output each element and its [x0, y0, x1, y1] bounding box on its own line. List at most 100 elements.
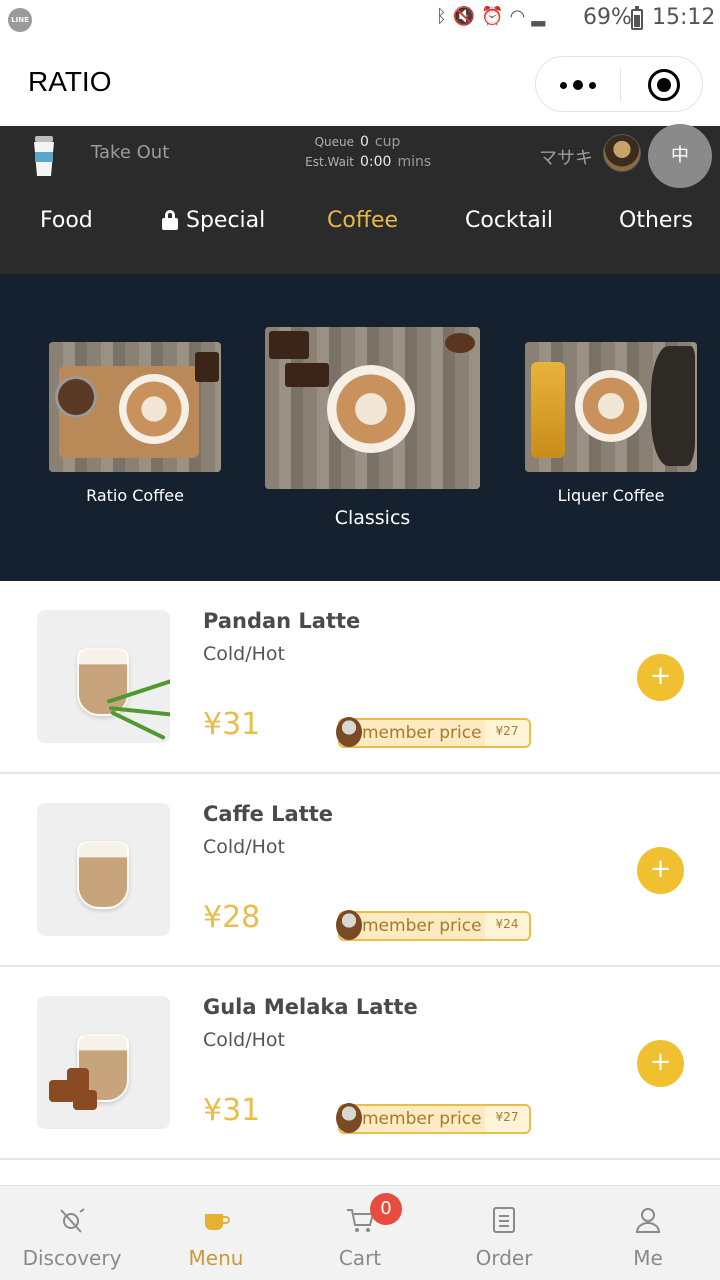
item-thumbnail: [37, 803, 170, 936]
category-label: Classics: [334, 507, 411, 529]
user-icon: [635, 1208, 661, 1233]
tab-others[interactable]: Others: [619, 208, 693, 233]
category-image: [525, 342, 697, 472]
menu-list: Pandan Latte Cold/Hot ¥31 member price ¥…: [0, 581, 720, 1160]
page-title: RATIO: [28, 66, 112, 97]
cart-count-badge: 0: [370, 1193, 402, 1225]
bottom-tab-bar: Discovery Menu Cart Order Me: [0, 1185, 720, 1280]
status-icons: ᛒ 🔇 ⏰ ◠ ▂: [436, 6, 545, 27]
member-price-badge: member price ¥24: [336, 910, 531, 941]
queue-label: Queue: [314, 135, 354, 149]
category-label: Liquer Coffee: [557, 486, 665, 505]
bottom-tab-discovery[interactable]: Discovery: [0, 1186, 144, 1280]
member-coin-icon: [336, 910, 362, 940]
member-price-label: member price: [362, 723, 482, 743]
member-price-label: member price: [362, 1109, 482, 1129]
category-tabs: Food Special Coffee Cocktail Others: [0, 200, 720, 246]
list-item[interactable]: Pandan Latte Cold/Hot ¥31 member price ¥…: [0, 581, 720, 774]
coffee-cup-icon: [205, 1214, 230, 1230]
member-price-label: member price: [362, 916, 482, 936]
status-bar: LINE ᛒ 🔇 ⏰ ◠ ▂ 69% 15:12: [0, 0, 720, 40]
member-price-value: ¥27: [485, 720, 529, 746]
tab-label: Coffee: [327, 208, 399, 233]
list-item[interactable]: Caffe Latte Cold/Hot ¥28 member price ¥2…: [0, 774, 720, 967]
subcategory-carousel: Ratio Coffee Classics Liquer Coffee: [0, 274, 720, 581]
wait-unit: mins: [397, 154, 432, 170]
item-name: Caffe Latte: [203, 802, 334, 826]
member-coin-icon: [336, 1103, 362, 1133]
item-option: Cold/Hot: [203, 836, 285, 858]
tab-label: Others: [619, 208, 693, 233]
more-dot-icon: [560, 81, 567, 89]
bottom-tab-label: Menu: [188, 1246, 244, 1270]
discovery-icon: [60, 1208, 85, 1233]
item-name: Pandan Latte: [203, 609, 361, 633]
mute-icon: 🔇: [452, 6, 476, 27]
item-option: Cold/Hot: [203, 1029, 285, 1051]
queue-info: Queue 0 cup Est.Wait 0:00 mins: [300, 134, 431, 174]
more-dot-icon: [589, 81, 596, 89]
item-price: ¥31: [203, 707, 261, 742]
lock-icon: [162, 210, 178, 230]
category-classics[interactable]: Classics: [265, 327, 480, 529]
add-to-cart-button[interactable]: +: [637, 847, 684, 894]
category-image: [265, 327, 480, 489]
clock: 15:12: [652, 5, 716, 30]
member-price-badge: member price ¥27: [336, 1103, 531, 1134]
add-to-cart-button[interactable]: +: [637, 1040, 684, 1087]
tab-label: Cocktail: [465, 208, 553, 233]
close-target-icon[interactable]: [648, 69, 680, 101]
user-name[interactable]: マサキ: [539, 144, 593, 170]
item-price: ¥31: [203, 1093, 261, 1128]
tab-cocktail[interactable]: Cocktail: [465, 208, 553, 233]
item-price: ¥28: [203, 900, 261, 935]
bottom-tab-order[interactable]: Order: [432, 1186, 576, 1280]
bottom-tab-menu[interactable]: Menu: [144, 1186, 288, 1280]
category-ratio-coffee[interactable]: Ratio Coffee: [49, 342, 221, 505]
tab-food[interactable]: Food: [40, 208, 93, 233]
signal-icon: ▂: [531, 6, 546, 27]
bottom-tab-label: Cart: [338, 1246, 382, 1270]
wait-label: Est.Wait: [305, 155, 354, 169]
order-list-icon: [493, 1207, 515, 1233]
bluetooth-icon: ᛒ: [436, 6, 447, 27]
bottom-tab-label: Order: [475, 1246, 533, 1270]
battery-icon: [631, 6, 643, 30]
category-liquer-coffee[interactable]: Liquer Coffee: [525, 342, 697, 505]
bottom-tab-cart[interactable]: Cart: [288, 1186, 432, 1280]
tab-label: Food: [40, 208, 93, 233]
order-info-bar: Take Out Queue 0 cup Est.Wait 0:00 mins …: [0, 124, 720, 274]
list-item[interactable]: Gula Melaka Latte Cold/Hot ¥31 member pr…: [0, 967, 720, 1160]
wifi-icon: ◠: [509, 6, 526, 27]
item-name: Gula Melaka Latte: [203, 995, 418, 1019]
tab-label: Special: [186, 208, 266, 233]
wait-value: 0:00: [360, 154, 392, 170]
take-out-toggle[interactable]: Take Out: [91, 142, 169, 163]
mini-program-capsule: [535, 56, 703, 112]
app-header: RATIO: [0, 40, 720, 126]
queue-value: 0: [360, 134, 369, 150]
category-label: Ratio Coffee: [86, 486, 184, 505]
language-button[interactable]: 中: [648, 124, 712, 188]
tab-coffee[interactable]: Coffee: [327, 208, 398, 233]
queue-unit: cup: [374, 134, 401, 150]
item-option: Cold/Hot: [203, 643, 285, 665]
item-thumbnail: [37, 610, 170, 743]
line-app-icon: LINE: [8, 8, 32, 32]
member-price-value: ¥24: [485, 913, 529, 939]
capsule-divider: [620, 69, 621, 101]
member-price-badge: member price ¥27: [336, 717, 531, 748]
category-image: [49, 342, 221, 472]
alarm-icon: ⏰: [481, 6, 504, 27]
more-button[interactable]: [536, 57, 620, 113]
takeout-cup-icon: [34, 136, 54, 176]
member-coin-icon: [336, 717, 362, 747]
bottom-tab-label: Discovery: [22, 1246, 122, 1270]
battery-percent: 69%: [583, 5, 632, 30]
add-to-cart-button[interactable]: +: [637, 654, 684, 701]
bottom-tab-me[interactable]: Me: [576, 1186, 720, 1280]
member-price-value: ¥27: [485, 1106, 529, 1132]
more-dot-icon: [573, 80, 583, 90]
avatar[interactable]: [603, 134, 641, 172]
tab-special[interactable]: Special: [162, 208, 265, 233]
